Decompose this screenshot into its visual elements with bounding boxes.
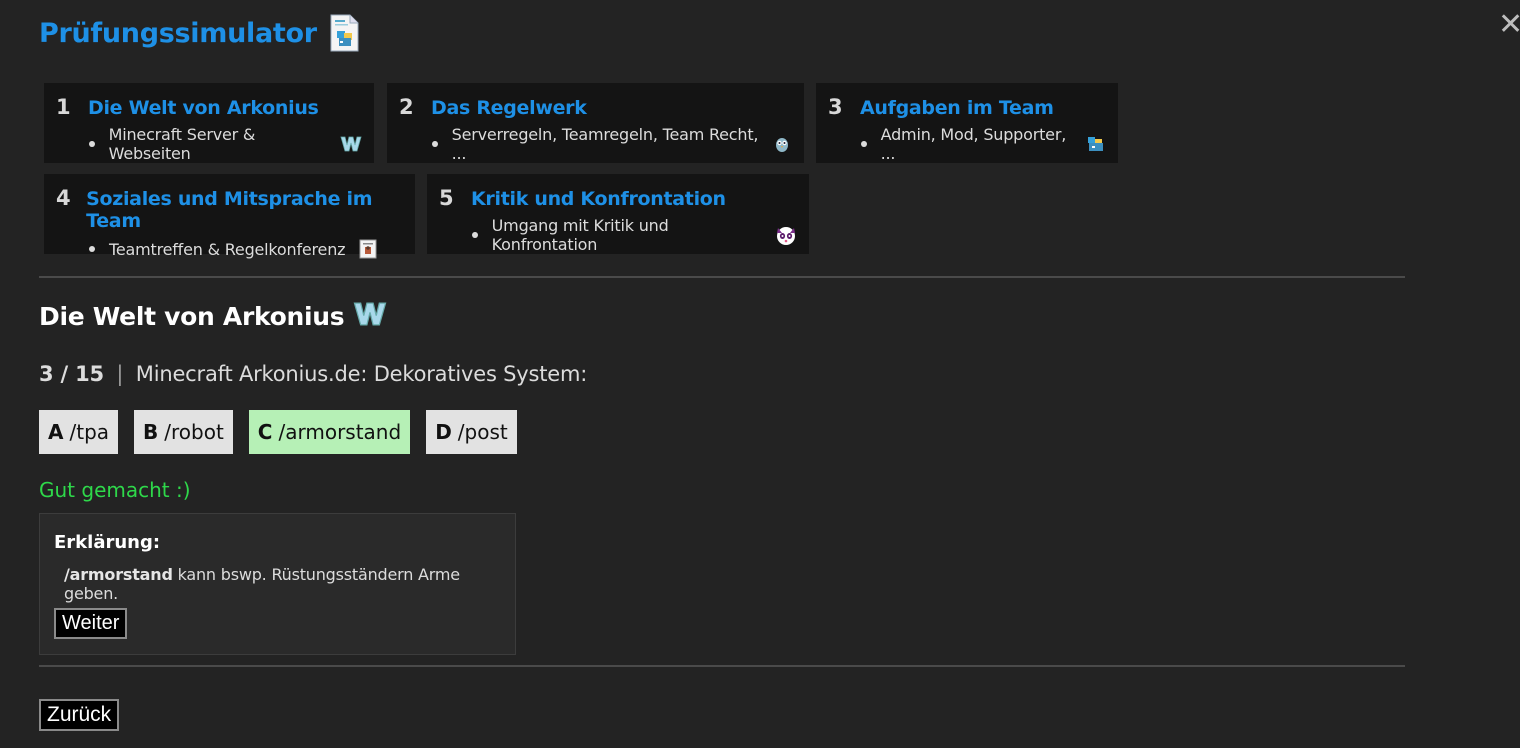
- team-icon: [1085, 133, 1106, 155]
- w-logo-icon: [340, 133, 362, 155]
- answer-option-c[interactable]: C /armorstand: [248, 410, 411, 454]
- app-title: Prüfungssimulator: [39, 17, 317, 49]
- category-number: 1: [56, 95, 71, 119]
- owl-icon: [771, 133, 792, 155]
- explanation-label: Erklärung:: [54, 532, 161, 553]
- category-card-5[interactable]: 5 Kritik und Konfrontation Umgang mit Kr…: [427, 174, 809, 254]
- category-subtitle: Admin, Mod, Supporter, ...: [880, 125, 1067, 163]
- category-number: 5: [439, 186, 454, 210]
- answer-option-a[interactable]: A /tpa: [39, 410, 119, 454]
- answer-text: /armorstand: [278, 420, 402, 444]
- w-logo-icon: [352, 300, 388, 333]
- section-title: Die Welt von Arkonius: [39, 302, 345, 331]
- bullet: [432, 141, 438, 147]
- bullet: [861, 141, 867, 147]
- category-title[interactable]: Soziales und Mitsprache im Team: [86, 188, 403, 232]
- category-card-3[interactable]: 3 Aufgaben im Team Admin, Mod, Supporter…: [816, 83, 1118, 163]
- question-separator: |: [116, 362, 124, 386]
- divider-bottom: [39, 665, 1405, 667]
- answer-option-b[interactable]: B /robot: [134, 410, 233, 454]
- category-subtitle: Minecraft Server & Webseiten: [108, 125, 256, 163]
- exam-document-icon: [329, 14, 359, 52]
- quiz-page: ✕ Prüfungssimulator 1 Die Welt von Arkon…: [0, 0, 1520, 748]
- back-button[interactable]: Zurück: [39, 699, 120, 731]
- answer-text: /post: [457, 420, 508, 444]
- divider-top: [39, 276, 1405, 278]
- question-counter: 3 / 15: [39, 362, 104, 386]
- feedback-message: Gut gemacht :): [39, 478, 191, 502]
- category-title[interactable]: Aufgaben im Team: [860, 97, 1054, 119]
- answer-options: A /tpa B /robot C /armorstand D /post: [39, 410, 517, 454]
- document-icon: [357, 238, 379, 260]
- explanation-box: Erklärung: /armorstand kann bswp. Rüstun…: [39, 513, 516, 655]
- panda-icon: [775, 224, 797, 246]
- question-text: Minecraft Arkonius.de: Dekoratives Syste…: [135, 362, 588, 386]
- explanation-text: /armorstand kann bswp. Rüstungsständern …: [64, 565, 501, 603]
- next-button[interactable]: Weiter: [54, 608, 128, 639]
- section-header: Die Welt von Arkonius: [39, 300, 388, 333]
- category-number: 4: [56, 186, 71, 210]
- answer-option-d[interactable]: D /post: [426, 410, 517, 454]
- answer-letter: C: [257, 420, 273, 444]
- bullet: [89, 141, 95, 147]
- answer-letter: D: [435, 420, 452, 444]
- answer-letter: A: [48, 420, 64, 444]
- category-subtitle: Teamtreffen & Regelkonferenz: [109, 239, 346, 259]
- category-number: 3: [828, 95, 843, 119]
- explanation-command: /armorstand: [64, 565, 173, 584]
- category-card-1[interactable]: 1 Die Welt von Arkonius Minecraft Server…: [44, 83, 374, 163]
- category-title[interactable]: Das Regelwerk: [431, 97, 587, 119]
- category-number: 2: [399, 95, 414, 119]
- close-button[interactable]: ✕: [1498, 8, 1520, 42]
- category-title[interactable]: Die Welt von Arkonius: [88, 97, 319, 119]
- app-header: Prüfungssimulator: [39, 14, 359, 52]
- category-subtitle: Serverregeln, Teamregeln, Team Recht, ..…: [451, 125, 759, 163]
- category-title[interactable]: Kritik und Konfrontation: [471, 188, 726, 210]
- category-card-4[interactable]: 4 Soziales und Mitsprache im Team Teamtr…: [44, 174, 415, 259]
- answer-letter: B: [143, 420, 159, 444]
- answer-text: /robot: [164, 420, 224, 444]
- category-subtitle: Umgang mit Kritik und Konfrontation: [491, 216, 669, 254]
- answer-text: /tpa: [69, 420, 110, 444]
- question-line: 3 / 15 | Minecraft Arkonius.de: Dekorati…: [39, 362, 587, 386]
- bullet: [89, 246, 95, 252]
- bullet: [472, 232, 478, 238]
- category-card-2[interactable]: 2 Das Regelwerk Serverregeln, Teamregeln…: [387, 83, 804, 163]
